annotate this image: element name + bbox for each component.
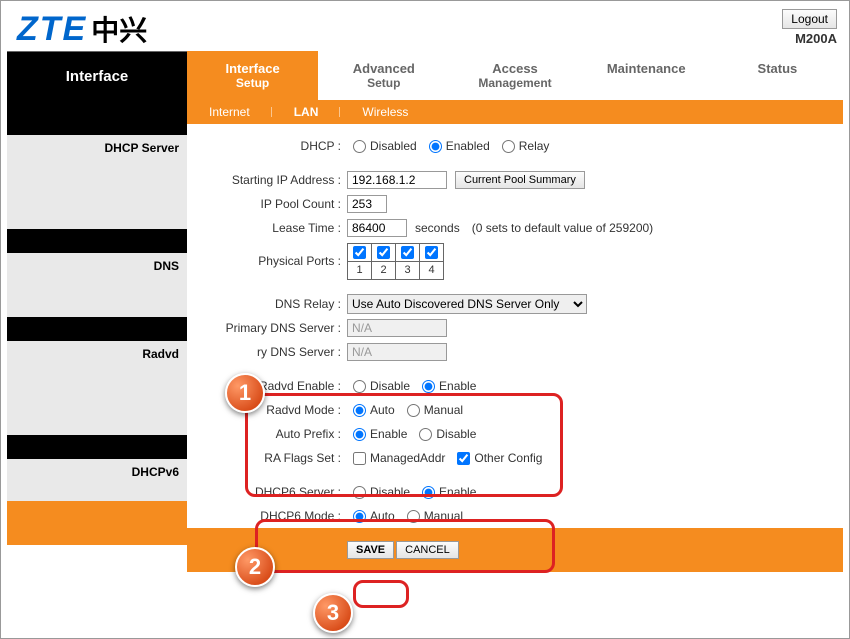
subtab-lan[interactable]: LAN (272, 105, 341, 119)
lease-unit: seconds (415, 221, 460, 235)
lease-time-input[interactable] (347, 219, 407, 237)
callout-box-3 (353, 580, 409, 608)
radvd-mode-manual-radio[interactable] (407, 404, 420, 417)
dhcp6-server-label: DHCP6 Server : (187, 485, 347, 499)
pool-count-label: IP Pool Count : (187, 197, 347, 211)
radvd-enable-radio[interactable] (422, 380, 435, 393)
sidebar: Interface DHCP Server DNS Radvd DHCPv6 (7, 51, 187, 572)
radvd-mode-label: Radvd Mode : (187, 403, 347, 417)
sidebar-divider (7, 317, 187, 341)
primary-dns-label: Primary DNS Server : (187, 321, 347, 335)
dns-relay-label: DNS Relay : (187, 297, 347, 311)
logout-button[interactable]: Logout (782, 9, 837, 29)
dhcp-disabled-label: Disabled (370, 139, 417, 153)
ra-flags-label: RA Flags Set : (187, 451, 347, 465)
cancel-button[interactable]: CANCEL (396, 541, 459, 559)
pool-count-input[interactable] (347, 195, 387, 213)
save-button[interactable]: SAVE (347, 541, 394, 559)
logo: ZTE 中兴 (17, 9, 147, 49)
model-label: M200A (782, 31, 837, 46)
port-2-checkbox[interactable] (377, 246, 390, 259)
header: ZTE 中兴 Logout M200A (7, 7, 843, 51)
dhcp-enabled-radio[interactable] (429, 140, 442, 153)
dns-relay-select[interactable]: Use Auto Discovered DNS Server Only (347, 294, 587, 314)
dhcp-disabled-radio[interactable] (353, 140, 366, 153)
other-config-checkbox[interactable] (457, 452, 470, 465)
sidebar-section-dns: DNS (7, 253, 187, 317)
main-tabs: InterfaceSetup AdvancedSetup AccessManag… (187, 51, 843, 100)
sidebar-footer (7, 501, 187, 545)
port-1-checkbox[interactable] (353, 246, 366, 259)
dhcp6-server-enable-radio[interactable] (422, 486, 435, 499)
dhcp6-mode-label: DHCP6 Mode : (187, 509, 347, 523)
dhcp6-server-disable-radio[interactable] (353, 486, 366, 499)
auto-prefix-label: Auto Prefix : (187, 427, 347, 441)
sub-tabs: Internet LAN Wireless (187, 100, 843, 124)
secondary-dns-input (347, 343, 447, 361)
auto-prefix-enable-radio[interactable] (353, 428, 366, 441)
port-3-label: 3 (396, 261, 420, 279)
primary-dns-input (347, 319, 447, 337)
radvd-disable-radio[interactable] (353, 380, 366, 393)
starting-ip-input[interactable] (347, 171, 447, 189)
radvd-enable-label: Radvd Enable : (187, 379, 347, 393)
port-4-checkbox[interactable] (425, 246, 438, 259)
footer-bar: SAVE CANCEL (187, 528, 843, 572)
tab-maintenance[interactable]: Maintenance (581, 51, 712, 100)
callout-3: 3 (313, 593, 353, 633)
secondary-dns-label: ry DNS Server : (187, 345, 347, 359)
port-3-checkbox[interactable] (401, 246, 414, 259)
sidebar-title: Interface (7, 51, 187, 111)
ports-table: 1 2 3 4 (347, 243, 444, 280)
subtab-internet[interactable]: Internet (187, 105, 272, 119)
radvd-mode-auto-radio[interactable] (353, 404, 366, 417)
port-4-label: 4 (420, 261, 444, 279)
logo-cn: 中兴 (91, 9, 147, 49)
lease-note: (0 sets to default value of 259200) (472, 221, 653, 235)
port-1-label: 1 (348, 261, 372, 279)
pool-summary-button[interactable]: Current Pool Summary (455, 171, 585, 189)
auto-prefix-disable-radio[interactable] (419, 428, 432, 441)
sidebar-section-radvd: Radvd (7, 341, 187, 435)
tab-interface-setup[interactable]: InterfaceSetup (187, 51, 318, 100)
dhcp6-mode-auto-radio[interactable] (353, 510, 366, 523)
starting-ip-label: Starting IP Address : (187, 173, 347, 187)
tab-advanced-setup[interactable]: AdvancedSetup (318, 51, 449, 100)
sidebar-section-dhcpv6: DHCPv6 (7, 459, 187, 501)
dhcp-label: DHCP : (187, 139, 347, 153)
tab-status[interactable]: Status (712, 51, 843, 100)
managed-addr-checkbox[interactable] (353, 452, 366, 465)
port-2-label: 2 (372, 261, 396, 279)
dhcp-relay-radio[interactable] (502, 140, 515, 153)
logo-zte: ZTE (17, 10, 87, 49)
sidebar-divider (7, 229, 187, 253)
ports-label: Physical Ports : (187, 254, 347, 268)
dhcp6-mode-manual-radio[interactable] (407, 510, 420, 523)
tab-access-management[interactable]: AccessManagement (449, 51, 580, 100)
sidebar-divider (7, 111, 187, 135)
lease-time-label: Lease Time : (187, 221, 347, 235)
sidebar-section-dhcp-server: DHCP Server (7, 135, 187, 229)
dhcp-enabled-label: Enabled (446, 139, 490, 153)
subtab-wireless[interactable]: Wireless (340, 105, 430, 119)
sidebar-divider (7, 435, 187, 459)
dhcp-relay-label: Relay (519, 139, 550, 153)
